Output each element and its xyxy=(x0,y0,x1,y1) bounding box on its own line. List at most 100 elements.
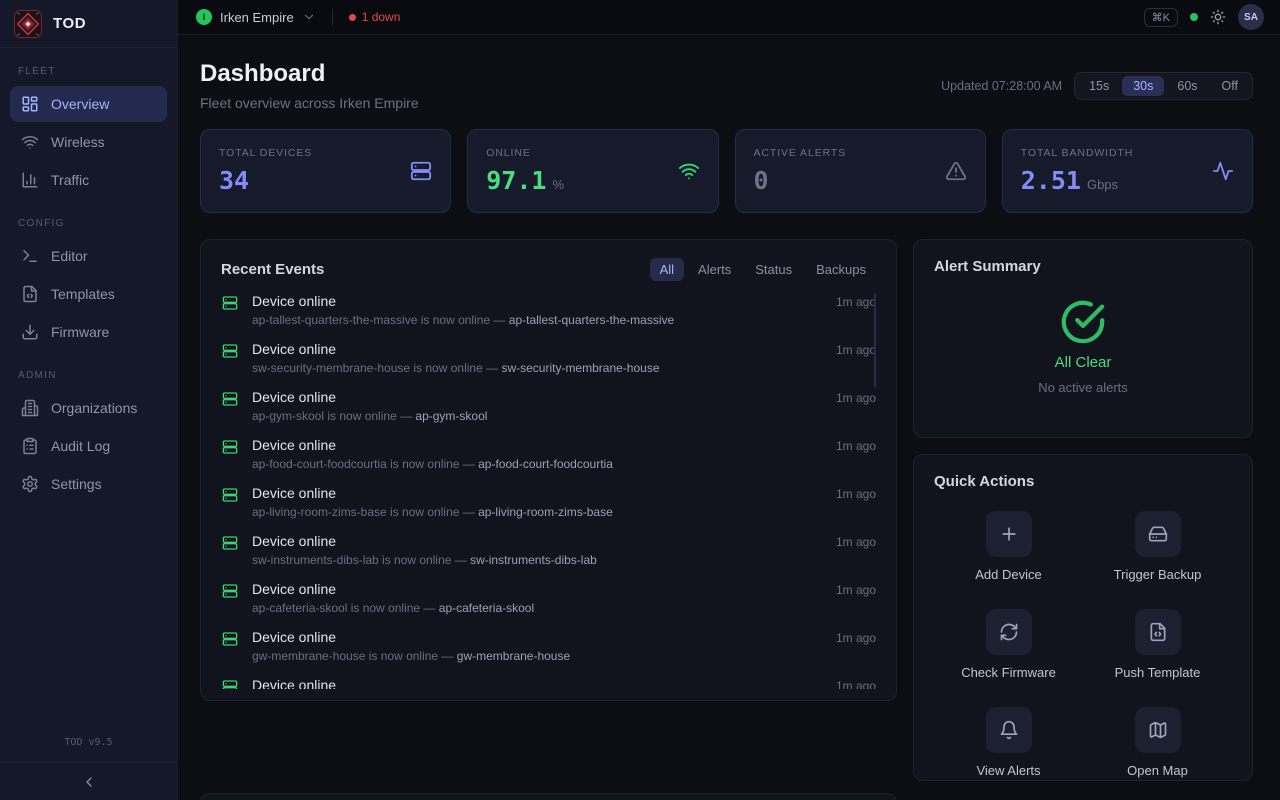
map-icon xyxy=(1148,720,1168,740)
gear-icon xyxy=(21,475,39,493)
trigger-backup-button[interactable]: Trigger Backup xyxy=(1083,511,1232,582)
action-label: Push Template xyxy=(1115,665,1201,680)
sidebar-item-overview[interactable]: Overview xyxy=(10,86,167,122)
server-icon xyxy=(221,677,239,689)
quick-actions-title: Quick Actions xyxy=(934,473,1034,490)
stat-label: ACTIVE ALERTS xyxy=(754,147,847,159)
page-title: Dashboard xyxy=(200,60,419,88)
sidebar-item-editor[interactable]: Editor xyxy=(10,238,167,274)
sidebar-item-firmware[interactable]: Firmware xyxy=(10,314,167,350)
sidebar-item-label: Organizations xyxy=(51,400,137,416)
sidebar-item-wireless[interactable]: Wireless xyxy=(10,124,167,160)
user-avatar[interactable]: SA xyxy=(1238,4,1264,30)
sidebar-item-settings[interactable]: Settings xyxy=(10,466,167,502)
sidebar-item-audit-log[interactable]: Audit Log xyxy=(10,428,167,464)
action-label: Check Firmware xyxy=(961,665,1056,680)
check-circle-icon xyxy=(1060,299,1106,345)
down-status[interactable]: 1 down xyxy=(349,10,401,24)
event-device-name: ap-tallest-quarters-the-massive xyxy=(509,313,674,327)
server-icon xyxy=(221,533,239,551)
app-version: TOD v9.5 xyxy=(0,737,177,762)
stats-row: TOTAL DEVICES 34 ONLINE 97.1 % ACTIVE AL… xyxy=(200,129,1253,213)
open-map-button[interactable]: Open Map xyxy=(1083,707,1232,778)
event-time: 1m ago xyxy=(836,679,876,689)
app-name: TOD xyxy=(53,15,86,32)
check-firmware-button[interactable]: Check Firmware xyxy=(934,609,1083,680)
refresh-icon xyxy=(999,622,1019,642)
stat-value: 97.1 xyxy=(486,166,546,195)
event-row[interactable]: Device online1m ago ap-living-room-zims-… xyxy=(221,485,876,519)
server-icon xyxy=(221,485,239,503)
dashboard-grid-icon xyxy=(21,95,39,113)
org-name: Irken Empire xyxy=(220,10,294,25)
tab-all[interactable]: All xyxy=(650,258,684,281)
sun-icon[interactable] xyxy=(1210,9,1226,25)
event-time: 1m ago xyxy=(836,343,876,357)
stat-value: 2.51 xyxy=(1021,166,1081,195)
server-icon xyxy=(221,629,239,647)
event-row[interactable]: Device online1m ago sw-security-membrane… xyxy=(221,341,876,375)
interval-off[interactable]: Off xyxy=(1211,76,1249,96)
add-device-button[interactable]: Add Device xyxy=(934,511,1083,582)
action-label: Add Device xyxy=(975,567,1041,582)
sidebar-item-label: Settings xyxy=(51,476,102,492)
org-switcher[interactable]: I Irken Empire xyxy=(196,9,316,25)
server-icon xyxy=(221,581,239,599)
sidebar-item-label: Overview xyxy=(51,96,109,112)
stat-card-active-alerts: ACTIVE ALERTS 0 xyxy=(735,129,986,213)
bell-icon xyxy=(999,720,1019,740)
sidebar-item-organizations[interactable]: Organizations xyxy=(10,390,167,426)
alert-detail-text: No active alerts xyxy=(1038,380,1128,395)
plus-icon xyxy=(999,524,1019,544)
left-column: Recent Events All Alerts Status Backups … xyxy=(200,239,897,800)
event-device-name: sw-security-membrane-house xyxy=(501,361,659,375)
event-description: sw-security-membrane-house is now online… xyxy=(252,361,876,375)
sidebar-item-traffic[interactable]: Traffic xyxy=(10,162,167,198)
sidebar-item-label: Editor xyxy=(51,248,88,264)
event-device-name: ap-cafeteria-skool xyxy=(439,601,534,615)
wifi-icon xyxy=(21,133,39,151)
stat-label: TOTAL DEVICES xyxy=(219,147,312,159)
event-row[interactable]: Device online1m ago sw-instruments-dibs-… xyxy=(221,533,876,567)
server-icon xyxy=(221,341,239,359)
sidebar-collapse-button[interactable] xyxy=(0,762,177,800)
server-icon xyxy=(221,293,239,311)
sidebar-footer: TOD v9.5 xyxy=(0,737,177,800)
stat-value: 34 xyxy=(219,166,249,195)
sidebar-item-label: Firmware xyxy=(51,324,109,340)
command-palette-shortcut[interactable]: ⌘K xyxy=(1144,8,1178,27)
quick-actions-grid: Add Device Trigger Backup Check Firmware… xyxy=(934,511,1232,778)
recent-events-title: Recent Events xyxy=(221,261,324,278)
interval-30s[interactable]: 30s xyxy=(1122,76,1164,96)
event-description: ap-cafeteria-skool is now online — ap-ca… xyxy=(252,601,876,615)
download-icon xyxy=(21,323,39,341)
bar-chart-icon xyxy=(21,171,39,189)
app-logo-icon xyxy=(14,10,42,38)
event-row[interactable]: Device online1m ago ap-cafeteria-skool i… xyxy=(221,581,876,615)
file-code-icon xyxy=(1148,622,1168,642)
event-description: gw-membrane-house is now online — gw-mem… xyxy=(252,649,876,663)
connection-status-dot xyxy=(1190,13,1198,21)
interval-60s[interactable]: 60s xyxy=(1166,76,1208,96)
event-row[interactable]: Device online1m ago ap-gym-skool is now … xyxy=(221,389,876,423)
event-row[interactable]: Device online1m ago ap-tallest-quarters-… xyxy=(221,293,876,327)
sidebar-item-templates[interactable]: Templates xyxy=(10,276,167,312)
event-row[interactable]: Device online1m ago xyxy=(221,677,876,689)
event-row[interactable]: Device online1m ago gw-membrane-house is… xyxy=(221,629,876,663)
nav-section-config: CONFIG xyxy=(0,200,177,236)
event-description: ap-living-room-zims-base is now online —… xyxy=(252,505,876,519)
event-device-name: gw-membrane-house xyxy=(457,649,570,663)
topbar: I Irken Empire 1 down ⌘K SA xyxy=(178,0,1280,35)
view-alerts-button[interactable]: View Alerts xyxy=(934,707,1083,778)
interval-15s[interactable]: 15s xyxy=(1078,76,1120,96)
event-device-name: sw-instruments-dibs-lab xyxy=(470,553,597,567)
tab-backups[interactable]: Backups xyxy=(806,258,876,281)
push-template-button[interactable]: Push Template xyxy=(1083,609,1232,680)
hard-drive-icon xyxy=(1148,524,1168,544)
event-row[interactable]: Device online1m ago ap-food-court-foodco… xyxy=(221,437,876,471)
events-scrollbar[interactable] xyxy=(874,293,876,388)
event-title: Device online xyxy=(252,293,336,309)
events-list: Device online1m ago ap-tallest-quarters-… xyxy=(221,293,876,689)
tab-alerts[interactable]: Alerts xyxy=(688,258,741,281)
tab-status[interactable]: Status xyxy=(745,258,802,281)
